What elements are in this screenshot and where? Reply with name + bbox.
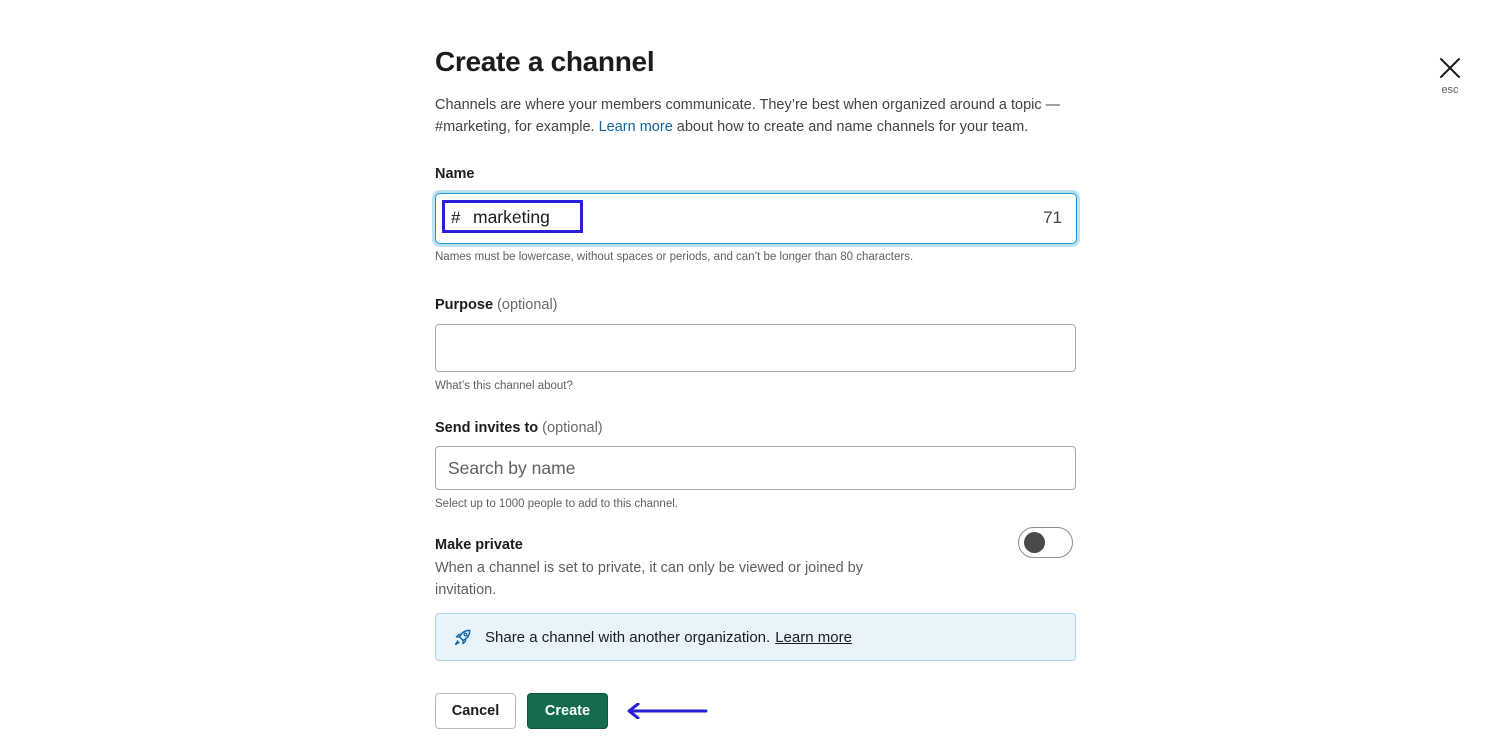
create-channel-dialog: Create a channel Channels are where your… <box>435 44 1077 729</box>
invites-optional: (optional) <box>542 420 603 436</box>
learn-more-link[interactable]: Learn more <box>599 119 673 135</box>
invites-hint: Select up to 1000 people to add to this … <box>435 498 678 510</box>
rocket-icon <box>454 629 471 646</box>
share-banner-text: Share a channel with another organizatio… <box>485 628 771 646</box>
annotation-arrow-icon <box>627 703 708 719</box>
toggle-knob <box>1024 532 1045 553</box>
purpose-label-text: Purpose <box>435 297 494 313</box>
purpose-label: Purpose (optional) <box>435 295 1077 315</box>
share-channel-banner: Share a channel with another organizatio… <box>435 613 1076 661</box>
invites-label: Send invites to (optional) <box>435 418 1077 438</box>
description-text-end: about how to create and name channels fo… <box>676 119 1029 135</box>
invites-placeholder: Search by name <box>448 457 576 478</box>
channel-name-input[interactable]: # marketing 71 <box>435 193 1077 244</box>
create-button[interactable]: Create <box>527 693 608 729</box>
purpose-input[interactable] <box>435 324 1076 372</box>
make-private-toggle[interactable] <box>1018 527 1073 558</box>
dialog-description: Channels are where your members communic… <box>435 94 1077 138</box>
name-label: Name <box>435 166 475 182</box>
make-private-row: Make private When a channel is set to pr… <box>435 527 1077 598</box>
cancel-button[interactable]: Cancel <box>435 693 516 729</box>
dialog-title: Create a channel <box>435 46 655 77</box>
share-learn-more-link[interactable]: Learn more <box>775 629 852 646</box>
invites-search-input[interactable]: Search by name <box>435 446 1076 490</box>
remaining-char-count: 71 <box>1043 208 1062 227</box>
close-icon <box>1440 58 1460 78</box>
make-private-description: When a channel is set to private, it can… <box>435 560 863 598</box>
close-button[interactable]: esc <box>1432 56 1468 96</box>
dialog-actions: Cancel Create <box>435 693 1077 729</box>
invites-label-text: Send invites to <box>435 420 539 436</box>
make-private-label: Make private <box>435 537 523 553</box>
annotation-highlight-box <box>442 200 583 233</box>
name-hint: Names must be lowercase, without spaces … <box>435 251 914 263</box>
purpose-optional: (optional) <box>497 297 558 313</box>
esc-label: esc <box>1441 84 1459 96</box>
purpose-hint: What’s this channel about? <box>435 380 573 392</box>
